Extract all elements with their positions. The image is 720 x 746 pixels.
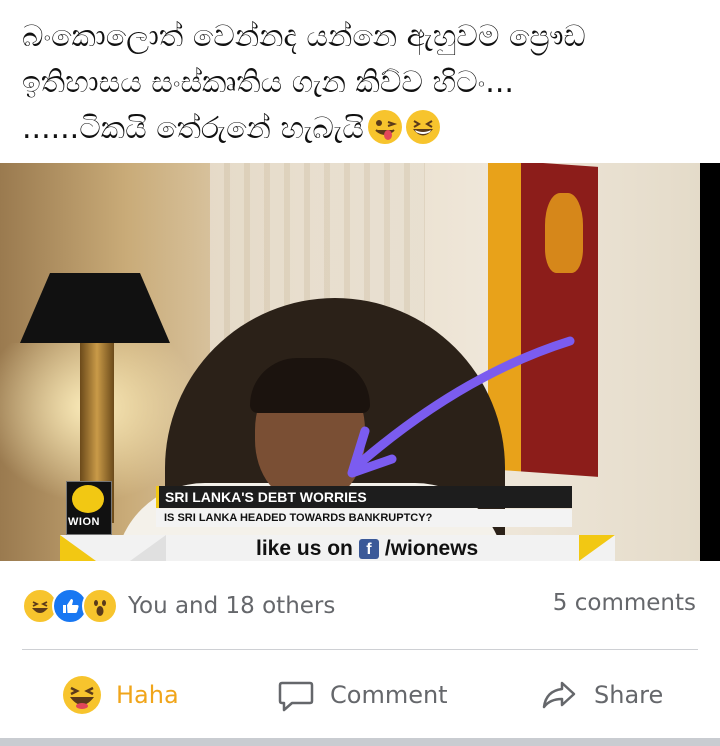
haha-label: Haha bbox=[116, 681, 179, 709]
wion-logo-text: WION bbox=[68, 516, 100, 528]
feed-separator bbox=[0, 738, 720, 746]
video-player[interactable]: WION SRI LANKA'S DEBT WORRIES IS SRI LAN… bbox=[0, 163, 720, 561]
haha-reaction-button[interactable]: Haha bbox=[62, 665, 179, 725]
grin-squint-emoji-icon bbox=[405, 110, 440, 144]
share-label: Share bbox=[594, 681, 664, 709]
facebook-icon: f bbox=[358, 539, 379, 559]
post-text-line-2: ඉතිහාසය සංස්කෘතිය ගැන කිව්ව හිටං... bbox=[22, 65, 514, 100]
comment-icon bbox=[278, 681, 314, 712]
wow-icon bbox=[82, 588, 118, 624]
post-text-line-3: ......ටිකයි තේරුනේ හැබැයි bbox=[22, 106, 702, 152]
action-bar: Haha Comment Share bbox=[0, 665, 720, 725]
share-button[interactable]: Share bbox=[540, 665, 663, 725]
social-bar-accent-right bbox=[579, 535, 615, 561]
social-bar-accent-left-2 bbox=[130, 535, 166, 561]
post-text-line-1: බංකොලොත් වෙන්නද යන්නෙ ඇහුවම ප්‍රෞඩ bbox=[22, 19, 586, 54]
news-subheadline: IS SRI LANKA HEADED TOWARDS BANKRUPTCY? bbox=[156, 509, 572, 527]
reactions-summary[interactable]: You and 18 others bbox=[22, 588, 335, 624]
social-handle: like us on f /wionews bbox=[256, 537, 478, 561]
social-handle-text: /wionews bbox=[384, 537, 479, 560]
share-icon bbox=[542, 681, 576, 709]
news-headline: SRI LANKA'S DEBT WORRIES bbox=[156, 486, 572, 508]
post-text: බංකොලොත් වෙන්නද යන්නෙ ඇහුවම ප්‍රෞඩ ඉතිහා… bbox=[22, 14, 702, 152]
wion-logo-mark bbox=[72, 485, 104, 513]
divider bbox=[22, 649, 698, 650]
reaction-summary-text: You and 18 others bbox=[128, 593, 336, 619]
social-prefix: like us on bbox=[256, 537, 353, 560]
haha-icon bbox=[63, 676, 101, 714]
post-text-line-3-text: ......ටිකයි තේරුනේ හැබැයි bbox=[22, 111, 364, 146]
comment-button[interactable]: Comment bbox=[276, 665, 448, 725]
comment-label: Comment bbox=[330, 681, 448, 709]
tongue-wink-emoji-icon bbox=[367, 110, 402, 144]
video-letterbox bbox=[700, 163, 720, 561]
social-bar-accent-left bbox=[60, 535, 96, 561]
comments-count-link[interactable]: 5 comments bbox=[553, 590, 696, 616]
